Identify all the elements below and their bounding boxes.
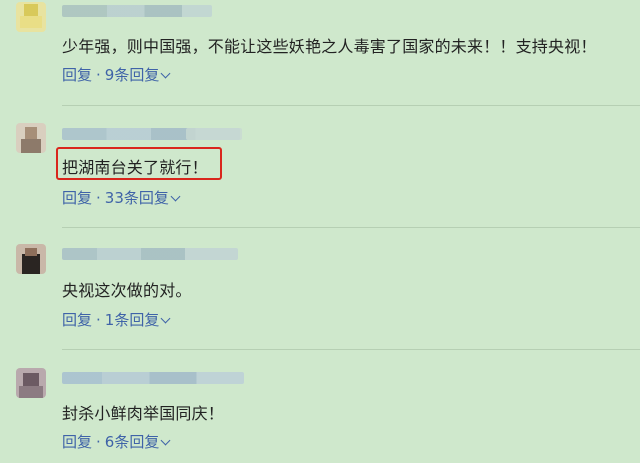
comment-text: 央视这次做的对。 xyxy=(62,281,192,300)
username-blurred[interactable] xyxy=(62,372,244,384)
view-replies-button[interactable]: 33条回复 xyxy=(104,187,181,208)
reply-button[interactable]: 回复 xyxy=(62,309,92,330)
view-replies-button[interactable]: 9条回复 xyxy=(104,64,171,85)
chevron-down-icon xyxy=(160,313,171,324)
comment-actions: 回复 · 1条回复 xyxy=(62,309,171,330)
avatar[interactable] xyxy=(16,2,46,32)
comment-actions: 回复 · 6条回复 xyxy=(62,431,171,452)
divider xyxy=(62,349,640,350)
comment-text: 封杀小鲜肉举国同庆！ xyxy=(62,404,225,423)
divider xyxy=(62,227,640,228)
replies-count-label: 9条回复 xyxy=(104,66,160,84)
username-blurred[interactable] xyxy=(62,5,212,17)
separator-dot: · xyxy=(96,433,101,451)
replies-count-label: 6条回复 xyxy=(104,433,160,451)
username-blurred-extra xyxy=(186,128,242,140)
avatar[interactable] xyxy=(16,368,46,398)
reply-button[interactable]: 回复 xyxy=(62,64,92,85)
reply-button[interactable]: 回复 xyxy=(62,431,92,452)
chevron-down-icon xyxy=(160,68,171,79)
separator-dot: · xyxy=(96,311,101,329)
reply-button[interactable]: 回复 xyxy=(62,187,92,208)
view-replies-button[interactable]: 1条回复 xyxy=(104,309,171,330)
replies-count-label: 1条回复 xyxy=(104,311,160,329)
username-blurred[interactable] xyxy=(62,248,238,260)
chevron-down-icon xyxy=(170,191,181,202)
avatar[interactable] xyxy=(16,123,46,153)
chevron-down-icon xyxy=(160,435,171,446)
separator-dot: · xyxy=(96,189,101,207)
comment-actions: 回复 · 33条回复 xyxy=(62,187,181,208)
comment-text: 少年强，则中国强，不能让这些妖艳之人毒害了国家的未来！！支持央视！ xyxy=(62,37,597,56)
comment-actions: 回复 · 9条回复 xyxy=(62,64,171,85)
separator-dot: · xyxy=(96,66,101,84)
replies-count-label: 33条回复 xyxy=(104,189,169,207)
avatar[interactable] xyxy=(16,244,46,274)
view-replies-button[interactable]: 6条回复 xyxy=(104,431,171,452)
highlight-box xyxy=(56,147,222,180)
divider xyxy=(62,105,640,106)
